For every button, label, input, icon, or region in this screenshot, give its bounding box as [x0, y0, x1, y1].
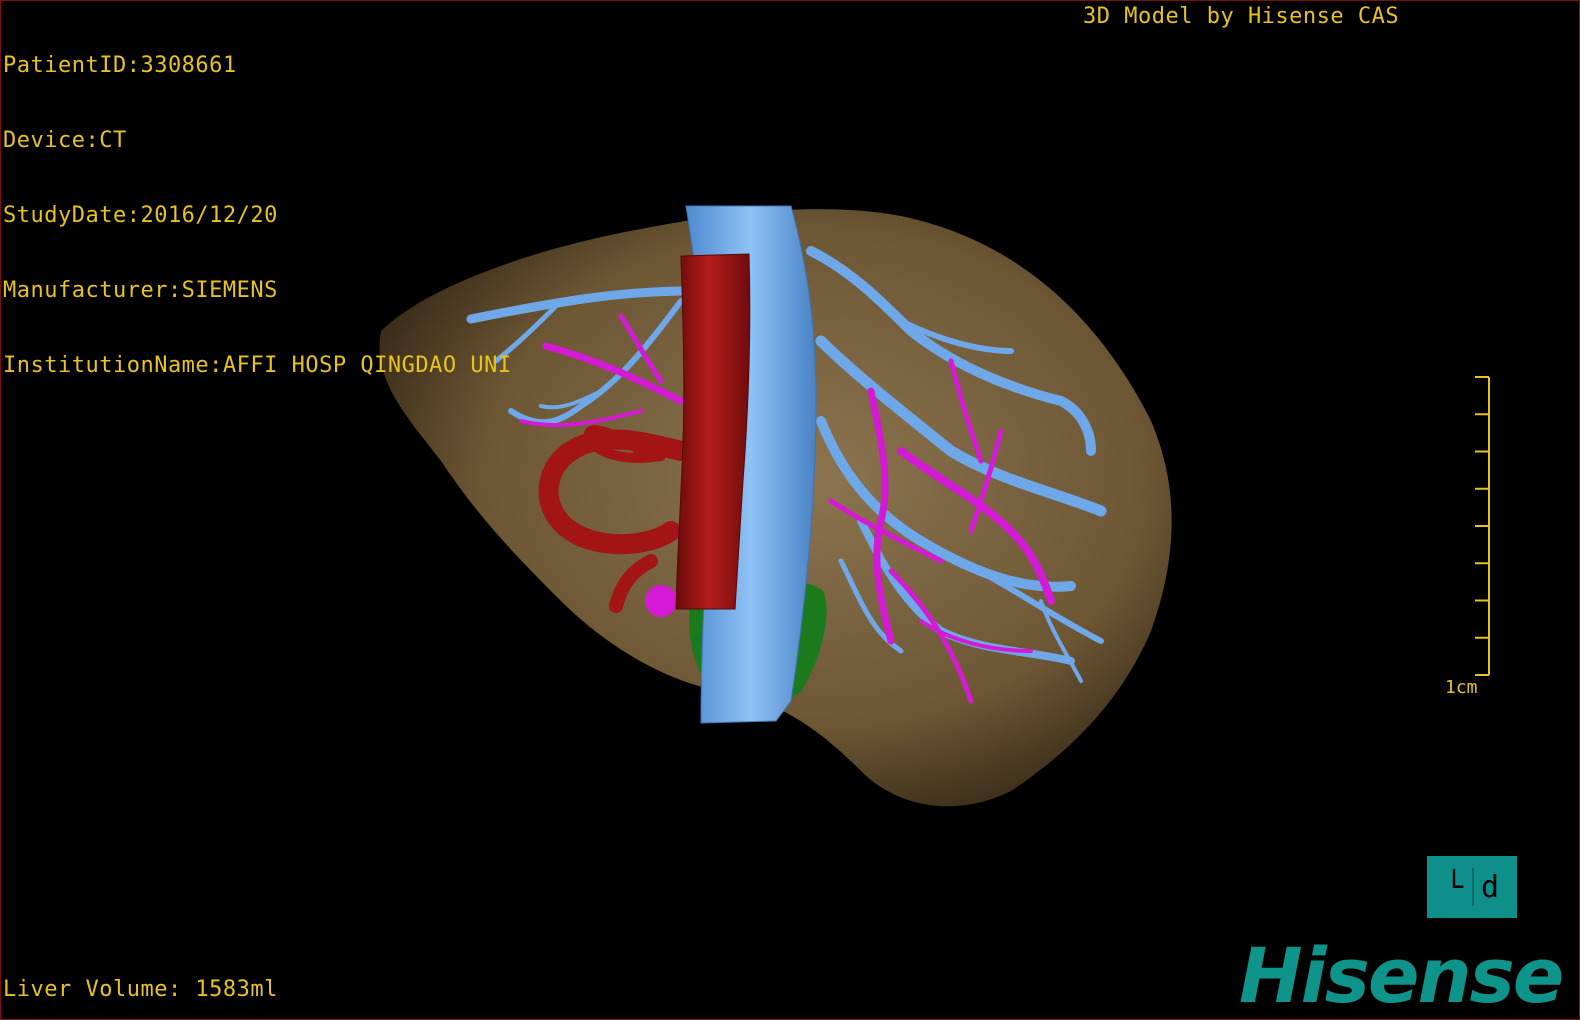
liver-volume-text: Liver Volume: 1583ml — [3, 977, 278, 1002]
patient-id-text: PatientID:3308661 — [3, 53, 237, 78]
scale-bar-label: 1cm — [1445, 677, 1478, 698]
orientation-divider — [1472, 868, 1474, 906]
patient-info-panel: PatientID:3308661 Device:CT StudyDate:20… — [3, 3, 512, 428]
3d-viewport[interactable]: PatientID:3308661 Device:CT StudyDate:20… — [0, 0, 1580, 1020]
scale-bar — [1475, 376, 1490, 676]
orientation-cube[interactable]: └ d — [1427, 856, 1517, 918]
model-credit-text: 3D Model by Hisense CAS — [1083, 4, 1400, 29]
aorta — [675, 253, 751, 610]
institution-text: InstitutionName:AFFI HOSP QINGDAO UNI — [3, 353, 512, 378]
hisense-logo: Hisense — [1239, 931, 1564, 1020]
manufacturer-text: Manufacturer:SIEMENS — [3, 278, 278, 303]
hepatic-vein-stump — [645, 585, 677, 617]
device-text: Device:CT — [3, 128, 127, 153]
study-date-text: StudyDate:2016/12/20 — [3, 203, 278, 228]
